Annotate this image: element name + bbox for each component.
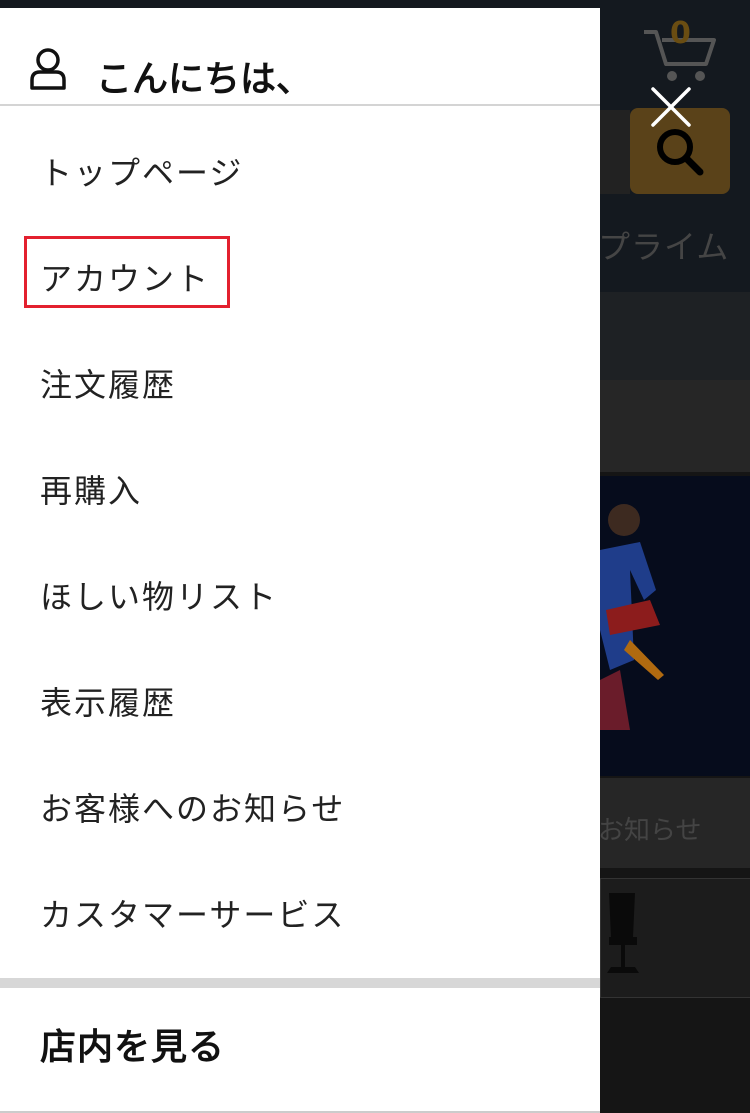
search-icon [657,129,704,176]
menu-item-notifications[interactable]: お客様へのお知らせ [0,742,600,848]
menu-item-label: 注文履歴 [40,366,177,404]
user-icon [30,48,66,90]
chair-image [607,893,639,973]
menu-item-browsing-history[interactable]: 表示履歴 [0,636,600,742]
menu-item-wish-list[interactable]: ほしい物リスト [0,530,600,636]
menu-item-account[interactable]: アカウント [0,212,600,318]
drawer-menu: トップページ アカウント 注文履歴 再購入 ほしい物リスト 表示履歴 お客様への… [0,106,600,954]
menu-item-top-page[interactable]: トップページ [0,106,600,212]
hero-figure-image [600,504,664,730]
menu-item-label: トップページ [40,154,244,192]
drawer-header: こんにちは、 [0,8,600,106]
store-section-title: 店内を見る [40,1027,226,1068]
hero-banner [600,476,750,776]
side-drawer: こんにちは、 トップページ アカウント 注文履歴 再購入 ほしい物リスト 表示履… [0,8,600,1113]
notice-label: お知らせ [598,816,702,846]
menu-item-label: アカウント [40,260,211,298]
menu-item-order-history[interactable]: 注文履歴 [0,318,600,424]
menu-item-label: 表示履歴 [40,684,177,722]
menu-item-customer-service[interactable]: カスタマーサービス [0,848,600,954]
menu-item-label: お客様へのお知らせ [40,790,346,828]
close-icon[interactable] [650,86,692,128]
section-divider [0,978,600,988]
greeting: こんにちは、 [96,59,313,100]
menu-item-label: 再購入 [40,472,143,510]
prime-tab-label: プライム [598,228,730,266]
menu-item-buy-again[interactable]: 再購入 [0,424,600,530]
menu-item-label: カスタマーサービス [40,896,346,934]
menu-item-label: ほしい物リスト [40,578,279,616]
cart-count: 0 [670,16,691,51]
product-card [600,878,750,998]
